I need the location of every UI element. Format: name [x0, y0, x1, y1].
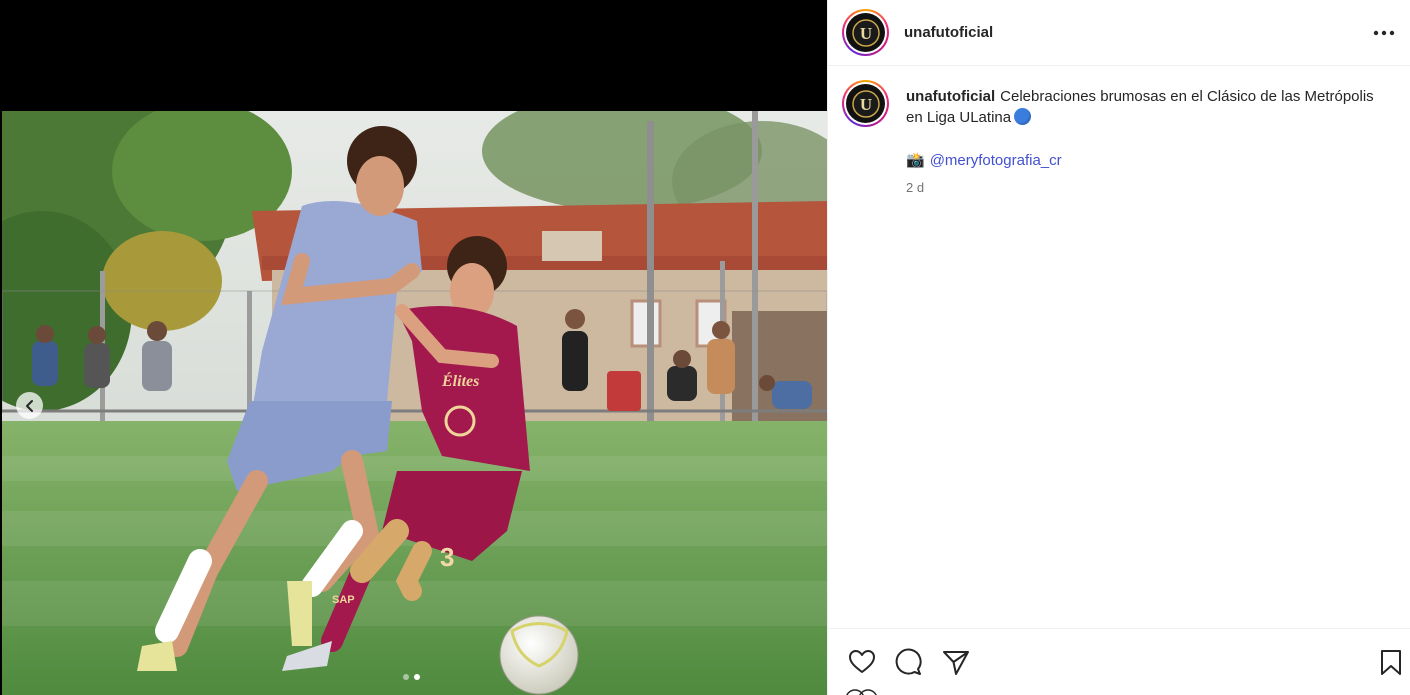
soccer-photo: 3 Élites SAP — [2, 111, 827, 695]
share-button[interactable] — [941, 647, 971, 677]
post-media: 3 Élites SAP — [0, 0, 827, 695]
club-logo-icon: U — [851, 18, 880, 47]
comment-icon — [895, 648, 922, 675]
comment-button[interactable] — [893, 647, 923, 677]
share-icon — [943, 651, 969, 675]
avatar-border: U — [844, 11, 887, 54]
caption-text-block: unafutoficial Celebraciones brumosas en e… — [906, 86, 1376, 128]
chevron-left-icon — [25, 399, 33, 412]
photo-credit: 📸 @meryfotografia_cr — [906, 150, 1376, 171]
save-button[interactable] — [1376, 647, 1406, 677]
letterbox-bar — [0, 0, 827, 111]
like-button[interactable] — [847, 647, 877, 677]
avatar-letter: U — [859, 24, 871, 43]
heart-icon — [849, 650, 875, 673]
avatar-stack-icon — [846, 689, 877, 695]
photographer-mention-link[interactable]: @meryfotografia_cr — [930, 152, 1062, 169]
post-photo[interactable]: 3 Élites SAP — [2, 111, 827, 695]
avatar-logo: U — [846, 84, 885, 123]
post-side-panel: U unafutoficial U unafutoficial Celebrac… — [827, 0, 1410, 695]
caption: U unafutoficial Celebraciones brumosas en… — [828, 66, 1410, 198]
caption-body: unafutoficial Celebraciones brumosas en e… — [906, 86, 1376, 198]
jersey-text: Élites — [441, 371, 479, 390]
caption-username[interactable]: unafutoficial — [906, 88, 995, 105]
avatar-border: U — [844, 82, 887, 125]
player-number-text: 3 — [440, 542, 454, 572]
carousel-indicator — [403, 674, 420, 680]
post-header: U unafutoficial — [828, 0, 1410, 66]
bookmark-icon — [1381, 650, 1401, 675]
caption-avatar[interactable]: U — [842, 80, 889, 127]
more-options-button[interactable] — [1372, 21, 1396, 45]
avatar-letter: U — [859, 95, 871, 114]
liked-by-avatars — [846, 686, 882, 695]
carousel-dot — [403, 674, 409, 680]
club-logo-icon: U — [851, 89, 880, 118]
header-username[interactable]: unafutoficial — [904, 24, 993, 41]
camera-flash-icon: 📸 — [906, 152, 925, 169]
carousel-dot-active — [414, 674, 420, 680]
previous-slide-button[interactable] — [16, 392, 43, 419]
avatar-logo: U — [846, 13, 885, 52]
sock-sponsor-text: SAP — [332, 594, 355, 606]
blue-circle-icon — [1014, 108, 1032, 125]
more-horizontal-icon — [1373, 30, 1395, 36]
post-timestamp[interactable]: 2 d — [906, 177, 1376, 198]
action-bar — [828, 628, 1410, 695]
avatar[interactable]: U — [842, 9, 889, 56]
